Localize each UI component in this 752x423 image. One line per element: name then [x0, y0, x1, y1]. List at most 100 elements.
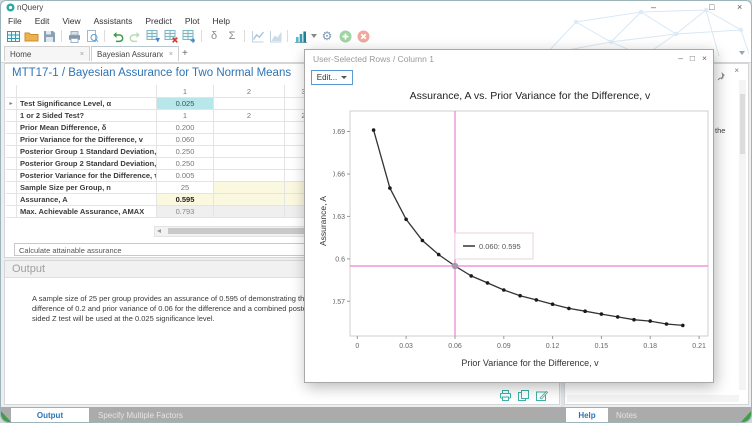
chart-menu-caret-icon[interactable]	[311, 34, 317, 38]
close-button[interactable]: ×	[737, 2, 742, 12]
scroll-left-icon[interactable]	[157, 229, 161, 233]
table-cell[interactable]: 25	[157, 182, 214, 194]
copy-output-button[interactable]	[517, 389, 530, 407]
bottom-tab-help[interactable]: Help	[566, 408, 608, 423]
print-button[interactable]	[66, 29, 82, 44]
close-session-button[interactable]	[355, 29, 371, 44]
table-cell[interactable]: 0.250	[157, 146, 214, 158]
menu-edit[interactable]: Edit	[35, 16, 50, 26]
table-cell[interactable]: 0.200	[157, 122, 214, 134]
undo-button[interactable]	[109, 29, 125, 44]
area-plot-button[interactable]	[267, 29, 283, 44]
insert-table-rows-button[interactable]	[145, 29, 161, 44]
table-cell[interactable]: 0.005	[157, 170, 214, 182]
row-selector[interactable]	[6, 194, 17, 206]
bottom-tab-specify-multiple-factors[interactable]: Specify Multiple Factors	[98, 408, 183, 423]
help-horizontal-scrollbar[interactable]	[567, 395, 739, 402]
assurance-chart: 00.030.060.090.120.150.180.210.570.60.63…	[333, 106, 713, 359]
menu-view[interactable]: View	[62, 16, 80, 26]
row-selector[interactable]	[6, 134, 17, 146]
plot-window: User-Selected Rows / Column 1 – □ × Edit…	[304, 49, 714, 383]
edit-output-button[interactable]	[535, 389, 548, 407]
menu-predict[interactable]: Predict	[145, 16, 171, 26]
minimize-button[interactable]: –	[678, 53, 683, 63]
row-selector[interactable]: ▸	[6, 98, 17, 110]
plot-window-titlebar[interactable]: User-Selected Rows / Column 1 – □ ×	[305, 50, 713, 68]
table-cell[interactable]	[214, 206, 285, 218]
table-cell[interactable]	[214, 146, 285, 158]
new-tab-button[interactable]: +	[182, 48, 188, 59]
table-cell[interactable]	[214, 182, 285, 194]
row-selector[interactable]	[6, 146, 17, 158]
table-cell[interactable]: 0.060	[157, 134, 214, 146]
svg-text:0.57: 0.57	[333, 299, 345, 306]
close-help-icon[interactable]: ×	[734, 66, 739, 75]
edit-plot-button[interactable]: Edit...	[311, 70, 353, 85]
menu-file[interactable]: File	[8, 16, 22, 26]
delta-button[interactable]: δ	[206, 29, 222, 44]
help-text-fragment: the	[715, 126, 725, 135]
close-circle-icon	[356, 29, 371, 44]
menu-plot[interactable]: Plot	[185, 16, 200, 26]
redo-button[interactable]	[127, 29, 143, 44]
bottom-tab-notes[interactable]: Notes	[616, 408, 637, 423]
tab-bayesian-assurance[interactable]: Bayesian Assurance fo ×	[91, 46, 179, 61]
table-cell[interactable]: 0.025	[157, 98, 214, 110]
print-output-button[interactable]	[499, 389, 512, 407]
table-cell[interactable]: 1	[157, 110, 214, 122]
table-cell[interactable]	[214, 98, 285, 110]
table-cell[interactable]: 0.793	[157, 206, 214, 218]
transpose-table-button[interactable]	[181, 29, 197, 44]
insert-table-rows-icon	[146, 29, 161, 44]
help-vertical-scrollbar[interactable]	[739, 80, 746, 390]
row-label: Test Significance Level, α	[17, 98, 157, 110]
print-preview-button[interactable]	[84, 29, 100, 44]
table-cell[interactable]	[214, 122, 285, 134]
open-button[interactable]	[23, 29, 39, 44]
close-tab-icon[interactable]: ×	[80, 51, 84, 58]
bottom-tab-output[interactable]: Output	[11, 408, 89, 423]
table-cell[interactable]: 0.250	[157, 158, 214, 170]
column-header-1[interactable]: 1	[157, 85, 214, 98]
settings-button[interactable]: ⚙	[319, 29, 335, 44]
close-button[interactable]: ×	[702, 53, 707, 63]
delete-table-button[interactable]	[163, 29, 179, 44]
row-selector[interactable]	[6, 206, 17, 218]
tab-home[interactable]: Home ×	[4, 46, 90, 61]
bar-chart-button[interactable]	[292, 29, 308, 44]
table-cell[interactable]	[214, 158, 285, 170]
save-button[interactable]	[41, 29, 57, 44]
add-button[interactable]	[337, 29, 353, 44]
maximize-button[interactable]: □	[709, 2, 714, 12]
row-selector[interactable]	[6, 158, 17, 170]
close-tab-icon[interactable]: ×	[169, 51, 173, 58]
new-table-button[interactable]	[5, 29, 21, 44]
menu-assistants[interactable]: Assistants	[94, 16, 133, 26]
table-cell[interactable]: 0.595	[157, 194, 214, 206]
svg-text:0.6: 0.6	[335, 256, 345, 263]
delta-icon: δ	[211, 29, 217, 44]
row-selector[interactable]	[6, 122, 17, 134]
table-cell[interactable]	[214, 194, 285, 206]
bottom-tab-bar: Output Specify Multiple Factors Help Not…	[1, 407, 752, 423]
pin-icon[interactable]	[717, 68, 726, 86]
table-cell[interactable]	[214, 134, 285, 146]
tab-list-caret-icon[interactable]	[739, 51, 745, 55]
svg-text:0.09: 0.09	[497, 343, 511, 350]
maximize-button[interactable]: □	[690, 53, 695, 63]
table-cell[interactable]	[214, 170, 285, 182]
svg-text:0.03: 0.03	[399, 343, 413, 350]
column-header-2[interactable]: 2	[214, 85, 285, 98]
table-cell[interactable]: 2	[214, 110, 285, 122]
row-selector[interactable]	[6, 182, 17, 194]
scrollbar-thumb[interactable]	[740, 94, 745, 154]
chart-x-axis-label: Prior Variance for the Difference, v	[345, 358, 715, 368]
line-plot-button[interactable]	[249, 29, 265, 44]
row-selector[interactable]	[6, 170, 17, 182]
row-selector[interactable]	[6, 110, 17, 122]
svg-text:0.06: 0.06	[448, 343, 462, 350]
menu-help[interactable]: Help	[213, 16, 230, 26]
minimize-button[interactable]: –	[651, 2, 656, 12]
sigma-button[interactable]: Σ	[224, 29, 240, 44]
row-label: Prior Variance for the Difference, v	[17, 134, 157, 146]
